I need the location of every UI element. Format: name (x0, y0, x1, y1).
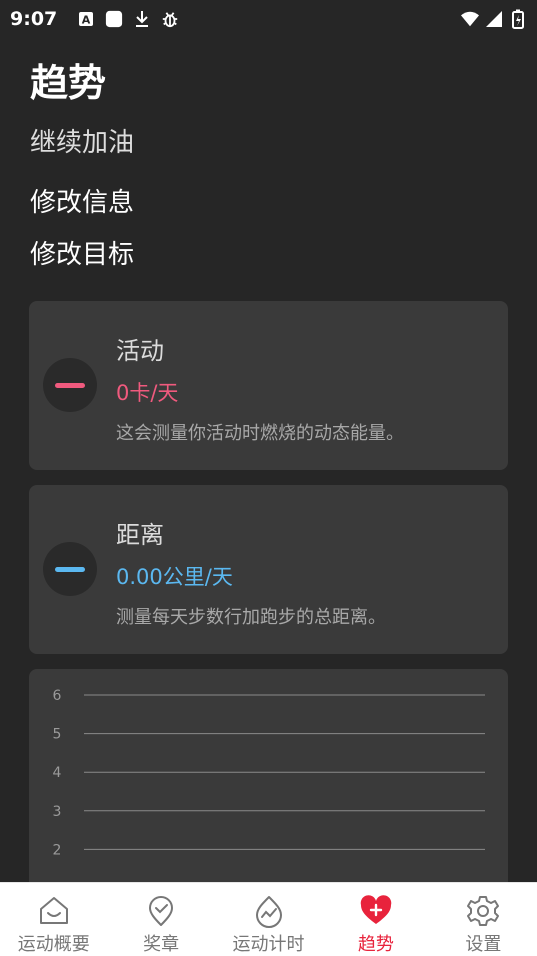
bug-icon (161, 10, 179, 28)
tab-label: 运动计时 (232, 934, 305, 955)
status-icons-left: A (77, 10, 179, 28)
download-icon (133, 10, 151, 28)
distance-indicator-icon (43, 542, 97, 596)
distance-description: 测量每天步数行加跑步的总距离。 (116, 607, 386, 628)
distance-title: 距离 (116, 521, 164, 549)
tab-label: 运动概要 (17, 934, 90, 955)
status-bar: 9:07 A (0, 0, 537, 38)
page-title: 趋势 (30, 61, 107, 105)
bottom-tab-bar: 运动概要 奖章 运动计时 趋势 设置 (0, 882, 537, 956)
y-tick-label: 6 (53, 688, 62, 704)
edit-info-link[interactable]: 修改信息 (30, 182, 134, 219)
signal-icon (485, 10, 503, 28)
tab-label: 趋势 (357, 934, 394, 955)
trend-chart: 654321 (53, 688, 485, 897)
medal-check-icon (143, 893, 179, 928)
distance-indicator-bar (55, 566, 85, 572)
tab-medals[interactable]: 奖章 (107, 883, 214, 956)
home-smile-icon (36, 893, 72, 928)
gear-icon (465, 893, 501, 928)
trend-chart-card: 654321 (29, 669, 508, 909)
tab-label: 设置 (465, 934, 502, 955)
activity-value: 0卡/天 (116, 381, 179, 405)
distance-card[interactable]: 距离 0.00公里/天 测量每天步数行加跑步的总距离。 (29, 485, 508, 654)
activity-indicator-bar (55, 382, 85, 388)
y-tick-label: 4 (53, 765, 62, 781)
activity-title: 活动 (116, 337, 164, 365)
y-tick-label: 5 (53, 727, 62, 743)
tab-overview[interactable]: 运动概要 (0, 883, 107, 956)
page-subtitle: 继续加油 (30, 128, 135, 158)
y-tick-label: 3 (53, 804, 62, 820)
activity-card[interactable]: 活动 0卡/天 这会测量你活动时燃烧的动态能量。 (29, 301, 508, 470)
tab-trends[interactable]: 趋势 (322, 883, 429, 956)
heart-plus-icon (358, 893, 394, 928)
distance-value: 0.00公里/天 (116, 565, 233, 589)
status-time: 9:07 (10, 8, 58, 30)
wifi-icon (461, 10, 479, 28)
svg-text:A: A (82, 14, 91, 27)
tab-settings[interactable]: 设置 (430, 883, 537, 956)
square-icon (105, 10, 123, 28)
edit-goal-link[interactable]: 修改目标 (30, 234, 134, 271)
font-a-icon: A (77, 10, 95, 28)
battery-charging-icon (509, 9, 527, 29)
tab-label: 奖章 (143, 934, 180, 955)
status-icons-right (461, 9, 527, 29)
activity-indicator-icon (43, 358, 97, 412)
y-tick-label: 2 (53, 842, 62, 858)
activity-description: 这会测量你活动时燃烧的动态能量。 (116, 423, 404, 444)
tab-workout-timer[interactable]: 运动计时 (215, 883, 322, 956)
timer-trend-icon (251, 893, 287, 928)
